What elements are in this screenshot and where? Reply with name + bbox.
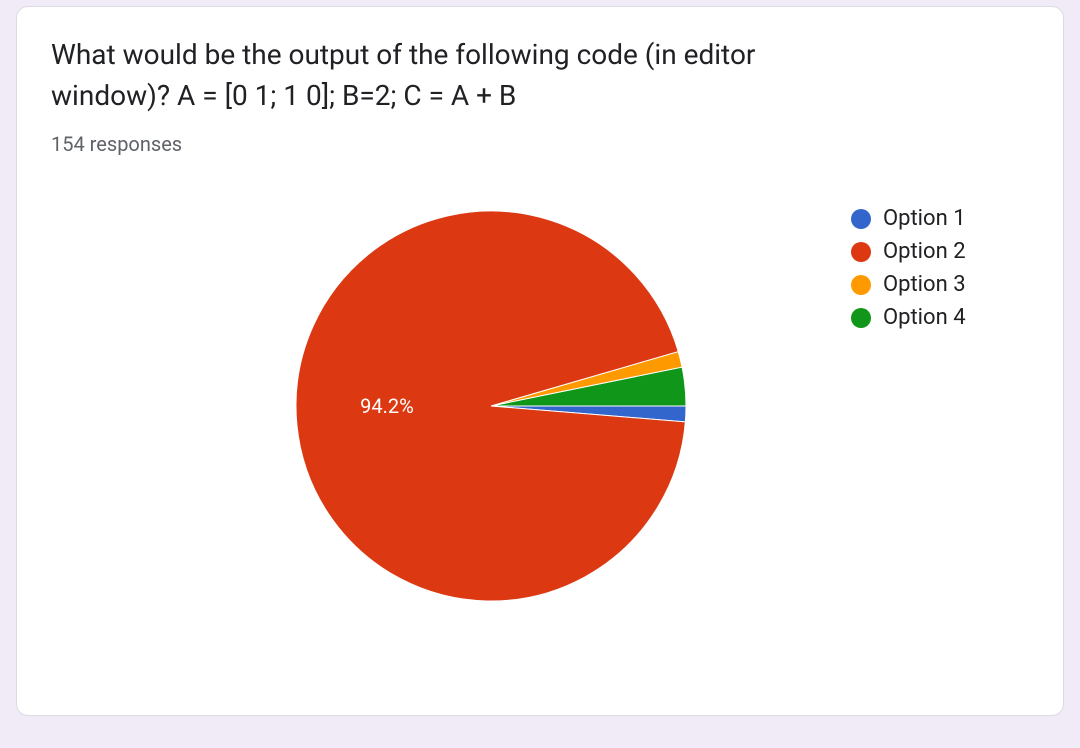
responses-count: 154 responses — [51, 132, 1029, 156]
pie-chart[interactable]: 94.2% — [291, 206, 691, 606]
legend-label: Option 1 — [883, 206, 966, 231]
legend-dot-icon — [851, 275, 871, 295]
legend-item-option-3[interactable]: Option 3 — [851, 272, 1011, 297]
legend-dot-icon — [851, 209, 871, 229]
legend-label: Option 3 — [883, 272, 966, 297]
legend-dot-icon — [851, 308, 871, 328]
legend-label: Option 4 — [883, 305, 966, 330]
legend-item-option-2[interactable]: Option 2 — [851, 239, 1011, 264]
legend-label: Option 2 — [883, 239, 966, 264]
legend: Option 1 Option 2 Option 3 Option 4 — [851, 206, 1011, 338]
pie-data-label: 94.2% — [360, 394, 414, 418]
legend-item-option-1[interactable]: Option 1 — [851, 206, 1011, 231]
chart-area: 94.2% Option 1 Option 2 Option 3 Option … — [51, 206, 1029, 646]
response-card: What would be the output of the followin… — [16, 6, 1064, 716]
legend-dot-icon — [851, 242, 871, 262]
question-title: What would be the output of the followin… — [51, 35, 831, 116]
legend-item-option-4[interactable]: Option 4 — [851, 305, 1011, 330]
